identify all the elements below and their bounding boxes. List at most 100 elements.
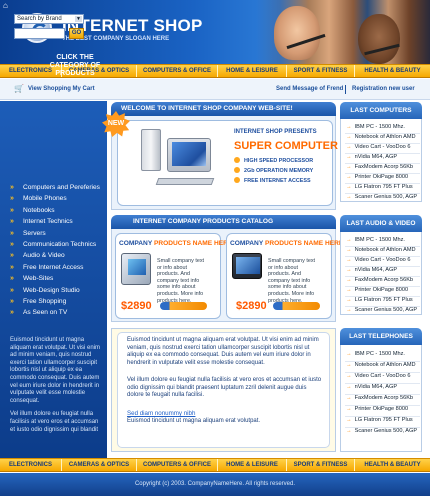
cart-icon[interactable]: 🛒 [14,85,24,93]
arrow-right-icon: → [346,307,352,313]
nav-item-cameras[interactable]: CAMERAS & OPTICS [62,459,137,471]
list-item[interactable]: → Notebook of Athlon AMD [346,134,416,140]
read-more-link[interactable]: Sed diam nonummy nibh [127,410,195,417]
pda-image[interactable] [121,253,151,285]
list-item[interactable]: → nVidia M64, AGP [346,154,397,160]
arrow-right-icon: → [346,362,352,368]
list-item[interactable]: → Scaner Genius 500, AGP [346,428,417,434]
category-item[interactable]: » Web-Sites [10,273,107,284]
list-item[interactable]: → IBM PC - 1500 Mhz. [346,351,405,357]
category-item[interactable]: » Notebooks [10,205,107,216]
sidebar-paragraph: Euismod tincidunt ut magna aliquam erat … [10,337,101,404]
arrow-right-icon: → [346,194,352,200]
monitor-screen [172,142,206,166]
view-cart-link[interactable]: View Shopping My Cart [28,86,95,92]
list-item-label: Scaner Genius 500, AGP [354,194,418,200]
arrow-right-icon: → [346,144,352,150]
nav-item-sport[interactable]: SPORT & FITNESS [287,65,355,77]
list-item-label: IBM PC - 1500 Mhz. [354,237,405,243]
list-item[interactable]: → LG Flatron 795 FT Plus [346,417,413,423]
nav-item-home[interactable]: HOME & LEISURE [218,65,287,77]
keyboard-image [155,178,215,185]
laptop-image[interactable] [232,253,262,279]
list-item-label: Notebook of Athlon AMD [354,134,416,140]
product-title[interactable]: COMPANY PRODUCTS NAME HERE [230,240,343,247]
list-item-label: Notebook of Athlon AMD [354,247,416,253]
list-item-label: FaxModem Acorp 56Kb [354,164,414,170]
list-item[interactable]: → Printer OkiPage 8000 [346,406,408,412]
category-item[interactable]: » Web-Design Studio [10,285,107,296]
product-description: Small company text or info about product… [268,258,316,304]
category-item[interactable]: » Mobile Phones [10,193,107,204]
product-description: Small company text or info about product… [157,258,205,304]
category-item[interactable]: » Servers [10,228,107,239]
nav-item-health[interactable]: HEALTH & BEAUTY [355,459,430,471]
chevron-right-icon: » [10,240,14,248]
nav-item-electronics[interactable]: ELECTRONICS [0,459,62,471]
list-item[interactable]: → Scaner Genius 500, AGP [346,194,417,200]
product-title-name: PRODUCTS NAME HERE [264,240,344,247]
list-item[interactable]: → FaxModem Acorp 56Kb [346,164,413,170]
buy-button[interactable] [160,302,207,310]
promo-title[interactable]: SUPER COMPUTER [234,140,338,152]
arrow-right-icon: → [346,267,352,273]
product-title[interactable]: COMPANY PRODUCTS NAME HERE [119,240,232,247]
search-input[interactable] [14,28,65,39]
list-item[interactable]: → Video Cart - VooDoo 6 [346,257,410,263]
promo-feature: 2Gb OPERATION MEMORY [234,167,313,174]
list-item[interactable]: → Notebook of Athlon AMD [346,247,416,253]
home-icon[interactable]: ⌂ [3,2,11,10]
buy-button[interactable] [273,302,320,310]
list-item[interactable]: → Printer OkiPage 8000 [346,174,408,180]
list-item-label: Video Cart - VooDoo 6 [354,144,411,150]
last-computers-heading: LAST COMPUTERS [340,102,422,119]
bullet-icon [234,157,240,163]
category-label: Servers [23,229,46,237]
list-item[interactable]: → IBM PC - 1500 Mhz. [346,124,405,130]
list-item[interactable]: → IBM PC - 1500 Mhz. [346,237,405,243]
list-item[interactable]: → nVidia M64, AGP [346,384,397,390]
list-item[interactable]: → Scaner Genius 500, AGP [346,307,417,313]
arrow-right-icon: → [346,395,352,401]
computer-tower-image [141,129,161,171]
category-label: Free Internet Access [23,263,84,271]
category-item[interactable]: » Computers and Pereferies [10,182,107,193]
category-item[interactable]: » Communication Technics [10,239,107,250]
list-item[interactable]: → LG Flatron 795 FT Plus [346,297,413,303]
chevron-down-icon[interactable]: ▼ [75,16,82,22]
list-item-label: LG Flatron 795 FT Plus [354,417,413,423]
list-item[interactable]: → FaxModem Acorp 56Kb [346,395,413,401]
category-item[interactable]: » Internet Technics [10,216,107,227]
nav-item-sport[interactable]: SPORT & FITNESS [287,459,355,471]
list-item[interactable]: → Printer OkiPage 8000 [346,287,408,293]
list-item-label: nVidia M64, AGP [354,384,398,390]
send-message-link[interactable]: Send Message of Frend [276,86,343,92]
category-item[interactable]: » Free Internet Access [10,262,107,273]
chevron-right-icon: » [10,297,14,305]
arrow-right-icon: → [346,417,352,423]
list-item[interactable]: → LG Flatron 795 FT Plus [346,184,413,190]
nav-item-home[interactable]: HOME & LEISURE [218,459,287,471]
arrow-right-icon: → [346,287,352,293]
category-label: Mobile Phones [23,195,67,203]
list-item[interactable]: → Video Cart - VooDoo 6 [346,373,410,379]
catalog-heading: INTERNET COMPANY PRODUCTS CATALOG [111,215,336,229]
category-item[interactable]: » Free Shopping [10,296,107,307]
bullet-icon [234,177,240,183]
list-item[interactable]: → nVidia M64, AGP [346,267,397,273]
operator-photo-1 [274,6,320,60]
sidebar-text: Euismod tincidunt ut magna aliquam erat … [10,337,102,440]
list-item[interactable]: → FaxModem Acorp 56Kb [346,277,413,283]
category-item[interactable]: » Audio & Video [10,250,107,261]
list-item[interactable]: → Video Cart - VooDoo 6 [346,144,410,150]
nav-item-health[interactable]: HEALTH & BEAUTY [355,65,430,77]
arrow-right-icon: → [346,237,352,243]
chevron-right-icon: » [10,206,14,214]
nav-item-computers[interactable]: COMPUTERS & OFFICE [137,65,218,77]
nav-item-computers[interactable]: COMPUTERS & OFFICE [137,459,218,471]
register-link[interactable]: Registration new user [352,86,415,92]
list-item[interactable]: → Notebook of Athlon AMD [346,362,416,368]
brand-select[interactable]: Search by Brand ▼ [14,14,84,24]
go-button[interactable]: GO [69,28,84,39]
category-item[interactable]: » As Seen on TV [10,307,107,318]
